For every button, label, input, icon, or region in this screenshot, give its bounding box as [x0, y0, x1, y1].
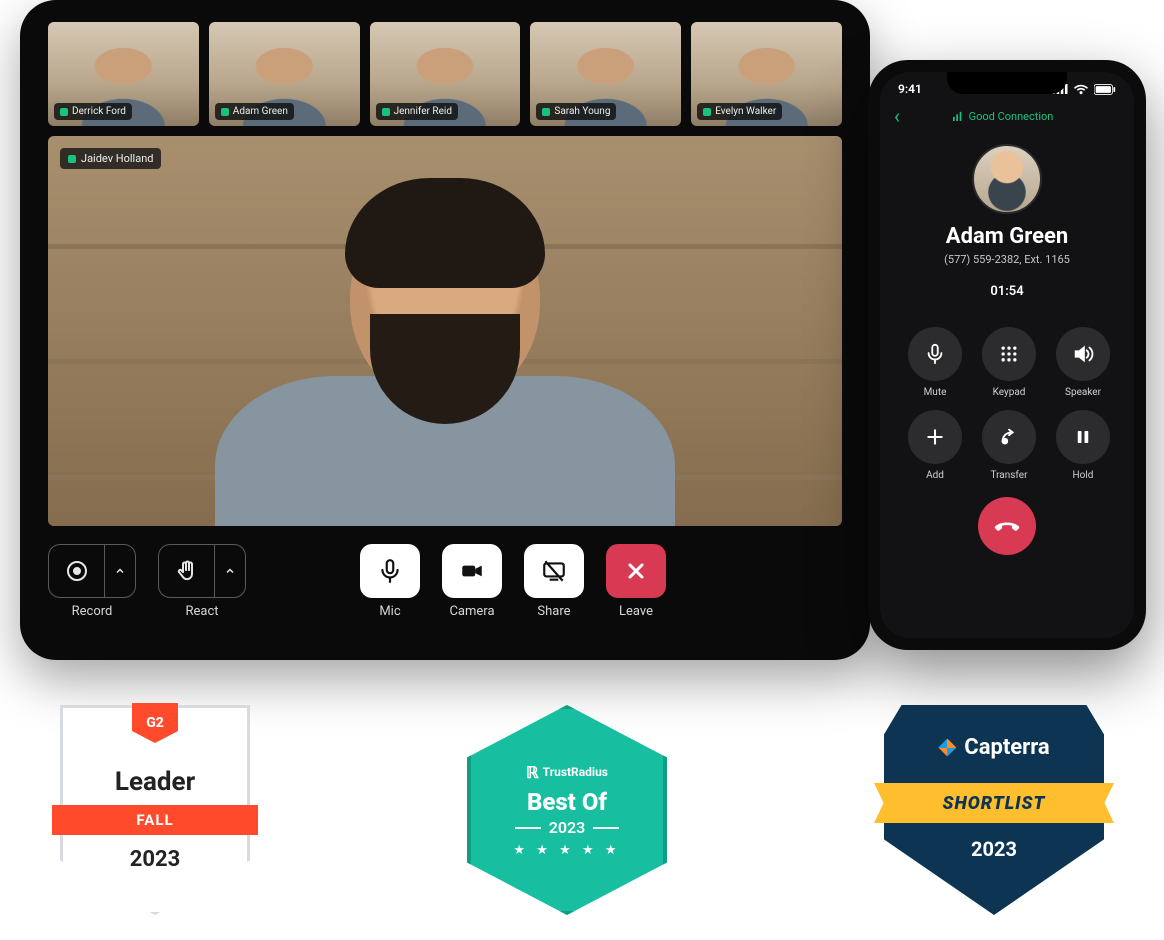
- phone-nav-row: ‹ Good Connection: [880, 96, 1134, 126]
- speaker-figure: [215, 166, 675, 526]
- phone-screen: 9:41 ‹ Good Connection Adam Green (577) …: [880, 72, 1134, 638]
- share-label: Share: [537, 604, 570, 619]
- trustradius-title: Best Of: [527, 788, 607, 816]
- participant-name: Adam Green: [233, 106, 288, 117]
- mic-active-icon: [221, 108, 229, 116]
- caller-number: (577) 559-2382, Ext. 1165: [880, 253, 1134, 266]
- participant-name: Derrick Ford: [72, 106, 126, 117]
- phone-hangup-icon: [993, 512, 1021, 540]
- phone-notch: [947, 72, 1067, 94]
- participant-tile[interactable]: Adam Green: [209, 22, 360, 126]
- leave-label: Leave: [619, 604, 653, 619]
- raise-hand-icon: [159, 545, 215, 597]
- g2-season: FALL: [52, 805, 258, 835]
- mic-active-icon: [382, 108, 390, 116]
- add-label: Add: [926, 470, 944, 481]
- wifi-icon: [1073, 84, 1089, 95]
- mute-button[interactable]: [908, 327, 962, 381]
- keypad-label: Keypad: [993, 387, 1026, 398]
- leave-button[interactable]: [606, 544, 666, 598]
- call-controls-grid: Mute Keypad Speaker Add: [880, 299, 1134, 489]
- end-call-button[interactable]: [978, 497, 1036, 555]
- active-speaker-tile[interactable]: Jaidev Holland: [48, 136, 842, 526]
- award-badges-row: G2 Leader FALL 2023 ℝ TrustRadius Best O…: [60, 700, 1104, 920]
- mic-icon: [377, 558, 403, 584]
- transfer-icon: [998, 426, 1020, 448]
- participant-thumbnails: Derrick Ford Adam Green Jennifer Reid: [48, 22, 842, 126]
- caller-avatar[interactable]: [972, 144, 1042, 214]
- capterra-year: 2023: [884, 837, 1104, 861]
- active-speaker-name-tag: Jaidev Holland: [60, 148, 161, 169]
- back-button[interactable]: ‹: [894, 106, 900, 126]
- record-button[interactable]: [48, 544, 136, 598]
- active-speaker-name: Jaidev Holland: [81, 152, 153, 165]
- capterra-logo: Capterra: [938, 735, 1049, 760]
- battery-icon: [1094, 84, 1116, 95]
- trustradius-badge: ℝ TrustRadius Best Of 2023 ★ ★ ★ ★ ★: [467, 705, 667, 915]
- participant-tile[interactable]: Sarah Young: [530, 22, 681, 126]
- mic-button[interactable]: [360, 544, 420, 598]
- phone-device: 9:41 ‹ Good Connection Adam Green (577) …: [868, 60, 1146, 650]
- g2-title: Leader: [60, 767, 250, 797]
- mic-icon: [924, 343, 946, 365]
- participant-tile[interactable]: Jennifer Reid: [370, 22, 521, 126]
- record-label: Record: [72, 604, 113, 619]
- share-screen-off-icon: [541, 558, 567, 584]
- participant-name-tag: Derrick Ford: [54, 103, 132, 120]
- participant-tile[interactable]: Evelyn Walker: [691, 22, 842, 126]
- react-button[interactable]: [158, 544, 246, 598]
- tablet-device: Derrick Ford Adam Green Jennifer Reid: [20, 0, 870, 660]
- participant-name-tag: Adam Green: [215, 103, 294, 120]
- participant-tile[interactable]: Derrick Ford: [48, 22, 199, 126]
- participant-name: Evelyn Walker: [715, 106, 776, 117]
- hold-button[interactable]: [1056, 410, 1110, 464]
- stars-icon: ★ ★ ★ ★ ★: [513, 843, 620, 858]
- mic-active-icon: [542, 108, 550, 116]
- participant-name-tag: Evelyn Walker: [697, 103, 782, 120]
- hold-label: Hold: [1073, 470, 1094, 481]
- react-label: React: [185, 604, 218, 619]
- camera-icon: [459, 558, 485, 584]
- connection-label: Good Connection: [969, 110, 1054, 123]
- trustradius-logo: ℝ TrustRadius: [526, 763, 608, 782]
- chevron-up-icon[interactable]: [215, 545, 245, 597]
- close-icon: [624, 559, 648, 583]
- pause-icon: [1074, 428, 1092, 446]
- connection-status: Good Connection: [953, 110, 1054, 123]
- record-icon: [49, 545, 105, 597]
- capterra-arrow-icon: [938, 739, 956, 757]
- call-duration: 01:54: [880, 284, 1134, 299]
- speaker-label: Speaker: [1065, 387, 1101, 398]
- transfer-label: Transfer: [991, 470, 1028, 481]
- capterra-badge: Capterra 2023 SHORTLIST: [884, 705, 1104, 915]
- participant-name-tag: Sarah Young: [536, 103, 616, 120]
- mute-label: Mute: [924, 387, 947, 398]
- share-button[interactable]: [524, 544, 584, 598]
- mic-active-icon: [68, 155, 76, 163]
- signal-bars-icon: [953, 111, 963, 121]
- g2-year: 2023: [60, 847, 250, 872]
- participant-name-tag: Jennifer Reid: [376, 103, 458, 120]
- keypad-icon: [999, 344, 1019, 364]
- camera-button[interactable]: [442, 544, 502, 598]
- participant-name: Sarah Young: [554, 106, 610, 117]
- speaker-button[interactable]: [1056, 327, 1110, 381]
- meeting-controls: Record React Mic Camera: [48, 544, 842, 636]
- speaker-icon: [1072, 343, 1094, 365]
- participant-name: Jennifer Reid: [394, 106, 452, 117]
- keypad-button[interactable]: [982, 327, 1036, 381]
- status-time: 9:41: [898, 82, 922, 96]
- trustradius-year: 2023: [549, 818, 586, 837]
- add-call-button[interactable]: [908, 410, 962, 464]
- mic-label: Mic: [379, 604, 400, 619]
- caller-name: Adam Green: [880, 224, 1134, 249]
- capterra-title: SHORTLIST: [874, 783, 1114, 823]
- mic-active-icon: [703, 108, 711, 116]
- g2-badge: G2 Leader FALL 2023: [60, 705, 250, 915]
- mic-active-icon: [60, 108, 68, 116]
- plus-icon: [925, 427, 945, 447]
- chevron-up-icon[interactable]: [105, 545, 135, 597]
- transfer-button[interactable]: [982, 410, 1036, 464]
- camera-label: Camera: [449, 604, 494, 619]
